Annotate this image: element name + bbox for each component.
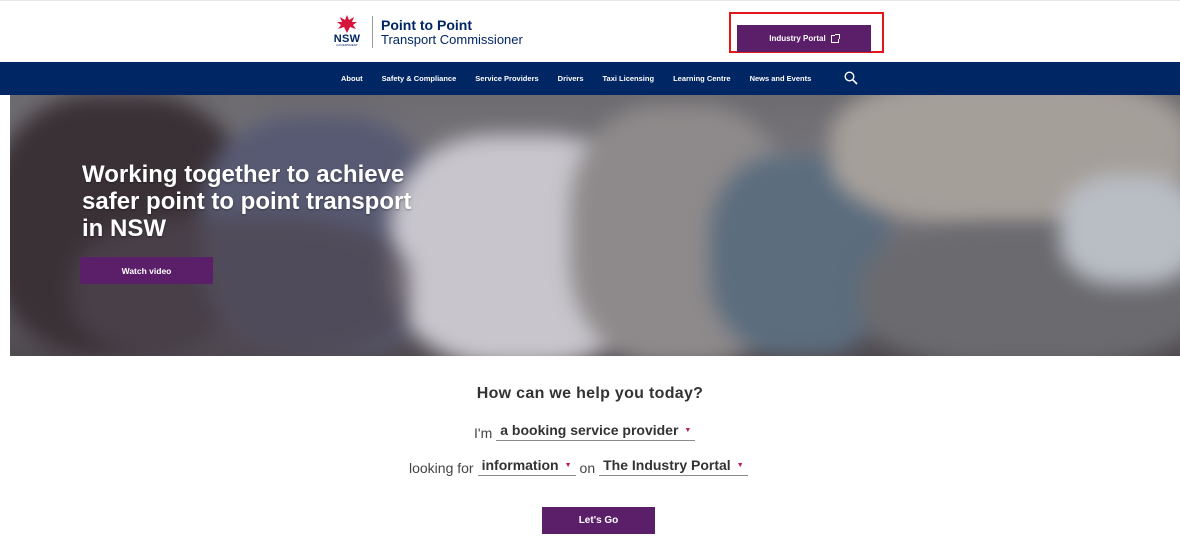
external-link-icon [830,33,840,43]
looking-for-prefix: looking for [409,460,474,476]
hero-bg-shape [1060,175,1180,285]
type-select[interactable]: information ▼ [477,457,576,476]
topic-select[interactable]: The Industry Portal ▼ [599,457,748,476]
site-header: NSW GOVERNMENT Point to Point Transport … [0,0,1180,62]
lets-go-button[interactable]: Let's Go [542,507,655,534]
nav-item-drivers[interactable]: Drivers [558,74,584,83]
nav-item-news-events[interactable]: News and Events [750,74,812,83]
search-icon[interactable] [844,71,858,85]
nav-item-safety-compliance[interactable]: Safety & Compliance [382,74,457,83]
role-prefix: I'm [474,425,493,441]
help-heading: How can we help you today? [476,385,704,402]
site-title-line2: Transport Commissioner [381,31,523,47]
waratah-icon [337,15,357,33]
nav-items: About Safety & Compliance Service Provid… [341,62,830,95]
site-logo[interactable]: NSW GOVERNMENT Point to Point Transport … [330,14,523,50]
industry-portal-button[interactable]: Industry Portal [737,25,871,52]
hero-title: Working together to achieve safer point … [82,161,412,242]
nsw-government-text: GOVERNMENT [336,43,358,47]
main-nav: About Safety & Compliance Service Provid… [0,62,1180,95]
caret-down-icon: ▼ [684,426,692,434]
topic-select-value: The Industry Portal [603,457,731,473]
role-select[interactable]: a booking service provider ▼ [496,422,696,441]
caret-down-icon: ▼ [564,461,572,469]
nav-item-taxi-licensing[interactable]: Taxi Licensing [603,74,655,83]
role-row: I'm a booking service provider ▼ [474,419,699,441]
nsw-waratah-logo: NSW GOVERNMENT [330,14,364,50]
hero-banner: Working together to achieve safer point … [10,95,1180,356]
site-title: Point to Point Transport Commissioner [381,16,523,47]
nav-item-learning-centre[interactable]: Learning Centre [673,74,731,83]
nav-item-about[interactable]: About [341,74,363,83]
watch-video-button[interactable]: Watch video [80,257,213,284]
caret-down-icon: ▼ [736,461,744,469]
logo-divider [372,16,373,48]
industry-portal-label: Industry Portal [769,34,826,43]
type-select-value: information [481,457,559,473]
on-text: on [579,460,596,476]
looking-for-row: looking for information ▼ on The Industr… [409,454,752,476]
nav-item-service-providers[interactable]: Service Providers [475,74,538,83]
site-title-line1: Point to Point [381,16,472,33]
role-select-value: a booking service provider [500,422,679,438]
